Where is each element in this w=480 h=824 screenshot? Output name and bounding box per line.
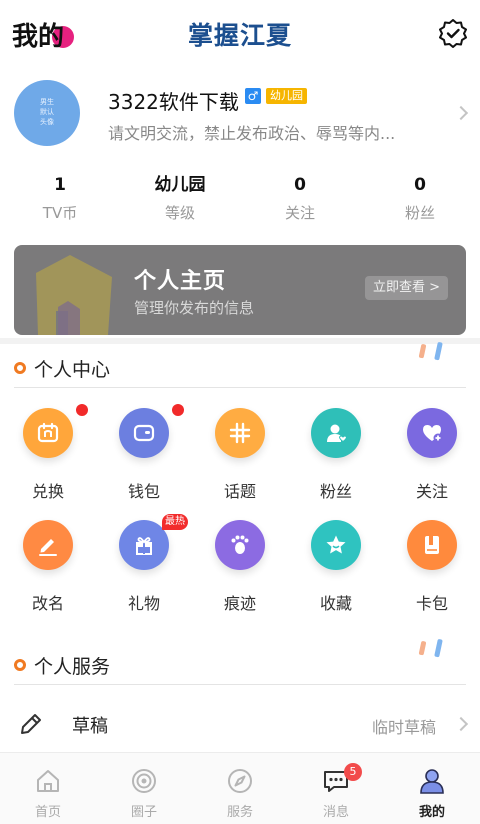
stat-fans[interactable]: 0 粉丝 [360, 172, 480, 228]
avatar-text-line: 头像 [40, 118, 54, 126]
grid-item-label: 钱包 [127, 482, 160, 501]
grid-item-exchange[interactable]: 兑换 [0, 404, 96, 508]
stat-label: 等级 [164, 204, 195, 222]
male-icon: ♂ [245, 88, 261, 104]
drafts-row[interactable]: 草稿 临时草稿 [0, 700, 480, 748]
row-value: 临时草稿 [371, 718, 436, 737]
user-icon [420, 769, 444, 794]
nav-item-service[interactable]: 服务 [192, 753, 288, 824]
home-icon [37, 770, 59, 792]
username: 3322软件下载 [108, 90, 239, 114]
section-ring-icon [14, 659, 26, 671]
nav-label: 我的 [418, 805, 445, 820]
house-icon [36, 255, 112, 335]
section-title: 个人中心 [34, 359, 111, 381]
stat-value: 幼儿园 [154, 175, 206, 195]
profile-card[interactable]: 男生 默认 头像 3322软件下载 ♂ 幼儿园 请文明交流，禁止发布政治、辱骂等… [0, 72, 480, 156]
decoration-stripes-icon [418, 639, 443, 658]
top-header: 我的 掌握江夏 [0, 0, 480, 68]
section-personal-center: 个人中心 [0, 342, 480, 388]
grid-item-favorites[interactable]: 收藏 [288, 520, 384, 620]
profile-motto: 请文明交流，禁止发布政治、辱骂等内... [108, 124, 396, 143]
hot-badge: 最热 [162, 514, 188, 530]
grid-item-topics[interactable]: 话题 [192, 408, 288, 508]
personal-homepage-banner[interactable]: 个人主页 管理你发布的信息 立即查看 > [14, 245, 466, 335]
stat-tv-coins[interactable]: 1 TV币 [0, 172, 120, 228]
calendar-exchange-icon [23, 408, 73, 458]
grid-item-label: 粉丝 [319, 482, 352, 501]
stat-level[interactable]: 幼儿园 等级 [120, 172, 240, 228]
footprint-icon [215, 520, 265, 570]
star-icon [311, 520, 361, 570]
section-personal-service: 个人服务 [0, 639, 480, 685]
grid-item-wallet[interactable]: 钱包 [96, 404, 192, 508]
decoration-stripes-icon [418, 342, 443, 361]
divider [14, 684, 466, 685]
notification-dot [172, 404, 184, 416]
stat-label: 粉丝 [404, 204, 435, 222]
grid-item-cardbook[interactable]: 卡包 [384, 520, 480, 620]
view-now-button[interactable]: 立即查看 > [364, 276, 448, 300]
grid-item-footprints[interactable]: 痕迹 [192, 520, 288, 620]
message-count-badge: 5 [344, 763, 362, 781]
avatar-text-line: 默认 [40, 108, 54, 116]
nav-item-home[interactable]: 首页 [0, 753, 96, 824]
chevron-right-icon [453, 105, 469, 121]
nav-label: 服务 [226, 805, 253, 820]
card-book-icon [407, 520, 457, 570]
grid-item-label: 兑换 [31, 482, 64, 501]
wallet-icon [119, 408, 169, 458]
grid-item-follow[interactable]: 关注 [384, 408, 480, 508]
banner-title: 个人主页 [134, 269, 227, 294]
grid-item-label: 痕迹 [223, 594, 256, 613]
compass-icon [228, 769, 252, 793]
row-title: 草稿 [72, 716, 108, 737]
grid-item-fans[interactable]: 粉丝 [288, 408, 384, 508]
fan-user-icon [311, 408, 361, 458]
nav-item-mine[interactable]: 我的 [384, 753, 480, 824]
pen-icon [21, 714, 41, 734]
notification-dot [76, 404, 88, 416]
grid-item-gift[interactable]: 最热 礼物 [96, 514, 192, 620]
chevron-right-icon [453, 716, 469, 732]
nav-label: 首页 [34, 805, 61, 820]
heart-plus-icon [407, 408, 457, 458]
stat-label: 关注 [284, 204, 315, 222]
avatar[interactable]: 男生 默认 头像 [14, 80, 80, 146]
level-tag: 幼儿园 [266, 88, 307, 104]
avatar-text-line: 男生 [40, 98, 54, 106]
circle-target-icon [132, 769, 156, 793]
stats-bar: 1 TV币 幼儿园 等级 0 关注 0 粉丝 [0, 172, 480, 228]
verified-badge-icon[interactable] [438, 18, 468, 48]
divider [14, 387, 466, 388]
grid-item-label: 关注 [415, 482, 448, 501]
hashtag-icon [215, 408, 265, 458]
stat-value: 0 [414, 175, 426, 195]
grid-item-label: 改名 [31, 594, 64, 613]
bottom-nav: 首页 圈子 服务 5 消息 我的 [0, 752, 480, 824]
nav-item-circle[interactable]: 圈子 [96, 753, 192, 824]
brand-title: 掌握江夏 [187, 21, 292, 50]
divider [0, 338, 480, 344]
grid-item-label: 卡包 [415, 594, 448, 613]
nav-item-messages[interactable]: 5 消息 [288, 753, 384, 824]
stat-value: 0 [294, 175, 306, 195]
nav-label: 消息 [322, 805, 349, 820]
grid-item-label: 收藏 [319, 594, 352, 613]
stat-value: 1 [54, 175, 66, 195]
pencil-rename-icon [23, 520, 73, 570]
section-ring-icon [14, 362, 26, 374]
section-title: 个人服务 [34, 656, 111, 678]
stat-label: TV币 [42, 204, 78, 222]
stat-following[interactable]: 0 关注 [240, 172, 360, 228]
grid-item-rename[interactable]: 改名 [0, 520, 96, 620]
grid-item-label: 礼物 [127, 594, 160, 613]
nav-label: 圈子 [130, 805, 157, 820]
grid-item-label: 话题 [223, 482, 256, 501]
banner-subtitle: 管理你发布的信息 [134, 299, 255, 317]
